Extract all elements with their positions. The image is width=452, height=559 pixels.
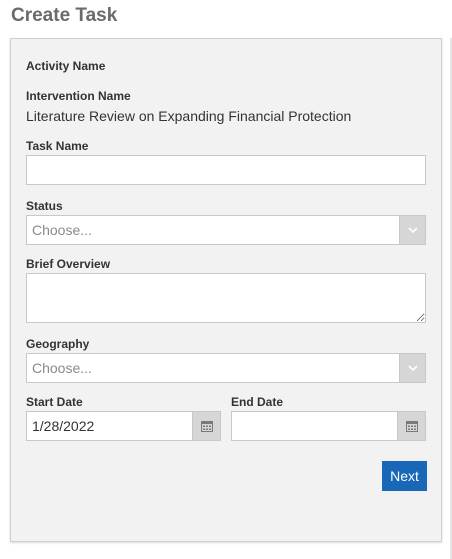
chevron-down-icon bbox=[407, 365, 418, 371]
geography-selected-value: Choose... bbox=[32, 360, 92, 376]
start-date-field[interactable]: 1/28/2022 bbox=[26, 411, 221, 441]
task-name-input[interactable] bbox=[26, 155, 426, 185]
create-task-panel: Activity Name Intervention Name Literatu… bbox=[10, 38, 442, 542]
status-selected-value: Choose... bbox=[32, 222, 92, 238]
brief-overview-textarea[interactable] bbox=[26, 273, 426, 323]
end-date-field[interactable] bbox=[231, 411, 426, 441]
start-date-calendar-button[interactable] bbox=[192, 412, 220, 440]
geography-dropdown-button[interactable] bbox=[399, 354, 425, 382]
activity-name-label: Activity Name bbox=[26, 59, 106, 73]
geography-label: Geography bbox=[26, 337, 90, 351]
status-dropdown-button[interactable] bbox=[399, 216, 425, 244]
page-title: Create Task bbox=[11, 5, 118, 26]
intervention-name-value: Literature Review on Expanding Financial… bbox=[26, 108, 352, 124]
status-select[interactable]: Choose... bbox=[26, 215, 426, 245]
calendar-icon bbox=[200, 421, 213, 432]
task-name-label: Task Name bbox=[26, 139, 89, 153]
start-date-value: 1/28/2022 bbox=[32, 418, 95, 434]
chevron-down-icon bbox=[407, 227, 418, 233]
calendar-icon bbox=[405, 421, 418, 432]
status-label: Status bbox=[26, 199, 63, 213]
next-button[interactable]: Next bbox=[382, 461, 427, 491]
geography-select[interactable]: Choose... bbox=[26, 353, 426, 383]
end-date-label: End Date bbox=[231, 395, 284, 409]
start-date-label: Start Date bbox=[26, 395, 83, 409]
end-date-calendar-button[interactable] bbox=[397, 412, 425, 440]
intervention-name-label: Intervention Name bbox=[26, 89, 131, 103]
brief-overview-label: Brief Overview bbox=[26, 257, 111, 271]
